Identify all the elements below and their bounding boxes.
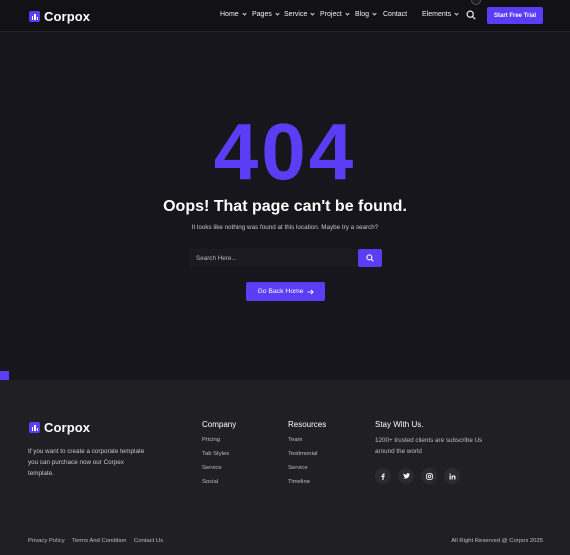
- site-footer: Corpox If you want to create a corporate…: [0, 380, 570, 555]
- logo-mark-icon: [29, 11, 40, 22]
- linkedin-icon[interactable]: [444, 468, 460, 484]
- footer-company-heading: Company: [202, 420, 237, 429]
- search-icon: [366, 254, 374, 262]
- chevron-down-icon: [242, 11, 247, 16]
- site-header: Corpox Home Pages Service Project Blog C…: [0, 0, 570, 32]
- search-icon[interactable]: [466, 10, 476, 20]
- footer-link-social[interactable]: Social: [202, 479, 218, 485]
- chevron-down-icon: [454, 11, 459, 16]
- error-code: 404: [213, 107, 357, 196]
- footer-stay-text: 1200+ trusted clients are subscribe Us a…: [375, 437, 483, 455]
- nav-item-project[interactable]: Project: [320, 11, 350, 18]
- page-subtitle: It looks like nothing was found at this …: [191, 224, 379, 231]
- chevron-down-icon: [345, 11, 350, 16]
- facebook-icon[interactable]: [375, 468, 391, 484]
- chevron-down-icon: [310, 11, 315, 16]
- brand-logo[interactable]: Corpox: [29, 9, 90, 24]
- arrow-right-icon: [306, 289, 314, 294]
- twitter-icon[interactable]: [398, 468, 414, 484]
- footer-about-text: If you want to create a corporate templa…: [28, 448, 145, 477]
- footer-link-testimonial[interactable]: Testimonial: [288, 451, 317, 457]
- nav-item-contact[interactable]: Contact: [383, 11, 407, 18]
- terms-link[interactable]: Terms And Condition: [72, 538, 126, 544]
- footer-brand-logo[interactable]: Corpox: [29, 420, 90, 435]
- side-tab[interactable]: [0, 371, 9, 380]
- search-input[interactable]: [189, 249, 357, 267]
- nav-item-pages[interactable]: Pages: [252, 11, 280, 18]
- copyright-text: All Right Reserved @ Corpox 2025: [451, 538, 543, 544]
- footer-link-resources-service[interactable]: Service: [288, 465, 308, 471]
- footer-brand-name: Corpox: [44, 420, 91, 435]
- privacy-policy-link[interactable]: Privacy Policy: [28, 538, 65, 544]
- chevron-down-icon: [275, 11, 280, 16]
- footer-link-service[interactable]: Service: [202, 465, 222, 471]
- logo-mark-icon: [29, 422, 40, 433]
- chevron-down-icon: [372, 11, 377, 16]
- brand-name: Corpox: [44, 9, 91, 24]
- nav-item-elements[interactable]: Elements: [422, 11, 459, 18]
- start-free-trial-button[interactable]: Start Free Trial: [487, 7, 543, 24]
- page-title: Oops! That page can't be found.: [163, 198, 407, 215]
- footer-link-team[interactable]: Team: [288, 437, 302, 443]
- instagram-icon[interactable]: [421, 468, 437, 484]
- go-back-home-button[interactable]: Go Back Home: [246, 282, 325, 301]
- footer-stay-heading: Stay With Us.: [375, 420, 424, 429]
- search-button[interactable]: [358, 249, 382, 267]
- nav-item-service[interactable]: Service: [284, 11, 315, 18]
- footer-link-tab-styles[interactable]: Tab Styles: [202, 451, 229, 457]
- footer-link-pricing[interactable]: Pricing: [202, 437, 220, 443]
- nav-item-home[interactable]: Home: [220, 11, 247, 18]
- footer-link-timeline[interactable]: Timeline: [288, 479, 310, 485]
- contact-us-link[interactable]: Contact Us: [134, 538, 163, 544]
- nav-item-blog[interactable]: Blog: [355, 11, 377, 18]
- footer-resources-heading: Resources: [288, 420, 327, 429]
